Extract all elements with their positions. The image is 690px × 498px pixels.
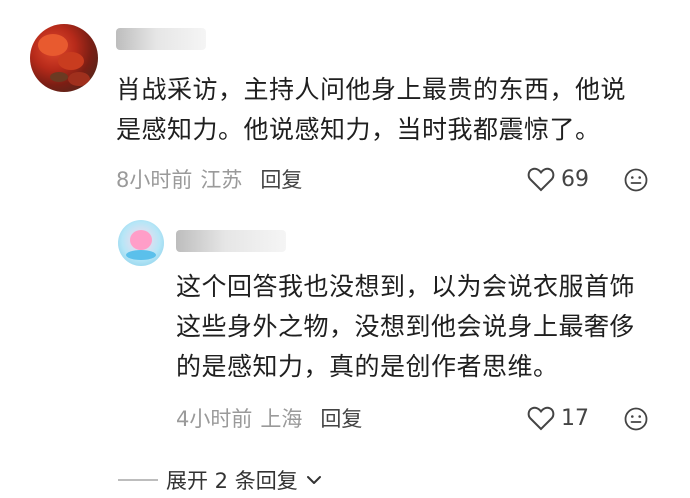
like-button[interactable]: 69	[527, 166, 589, 192]
smiley-icon[interactable]	[624, 168, 648, 192]
like-count: 69	[561, 166, 589, 192]
like-button[interactable]: 17	[527, 405, 589, 431]
reply-location: 上海	[260, 407, 303, 431]
smiley-icon[interactable]	[624, 407, 648, 431]
comment-time: 8小时前	[116, 168, 193, 192]
comment-text-line: 肖战采访，主持人问他身上最贵的东西，他说	[116, 75, 627, 104]
reply-text-line: 的是感知力，真的是创作者思维。	[176, 352, 559, 381]
avatar[interactable]	[30, 24, 98, 92]
divider	[118, 479, 158, 481]
like-count: 17	[561, 405, 589, 431]
heart-outline-icon	[527, 406, 555, 431]
reply-button[interactable]: 回复	[320, 407, 362, 431]
reply-text-line: 这些身外之物，没想到他会说身上最奢侈	[176, 312, 636, 341]
reply-meta: 4小时前 上海 回复	[176, 405, 362, 433]
reply-time: 4小时前	[176, 407, 253, 431]
reply-button[interactable]: 回复	[260, 168, 302, 192]
comment-text-line: 是感知力。他说感知力，当时我都震惊了。	[116, 115, 601, 144]
reply-text: 这个回答我也没想到，以为会说衣服首饰 这些身外之物，没想到他会说身上最奢侈 的是…	[176, 267, 666, 387]
expand-replies-label: 展开 2 条回复	[166, 469, 298, 493]
expand-replies-button[interactable]: 展开 2 条回复	[118, 465, 322, 495]
username-blurred[interactable]	[116, 28, 206, 50]
chevron-down-icon	[306, 476, 321, 484]
username-blurred[interactable]	[176, 230, 286, 252]
reply-text-line: 这个回答我也没想到，以为会说衣服首饰	[176, 272, 636, 301]
comment-text: 肖战采访，主持人问他身上最贵的东西，他说 是感知力。他说感知力，当时我都震惊了。	[116, 70, 668, 150]
comment-location: 江苏	[200, 168, 243, 192]
avatar[interactable]	[118, 220, 164, 266]
heart-outline-icon	[527, 167, 555, 192]
comment-meta: 8小时前 江苏 回复	[116, 166, 302, 194]
